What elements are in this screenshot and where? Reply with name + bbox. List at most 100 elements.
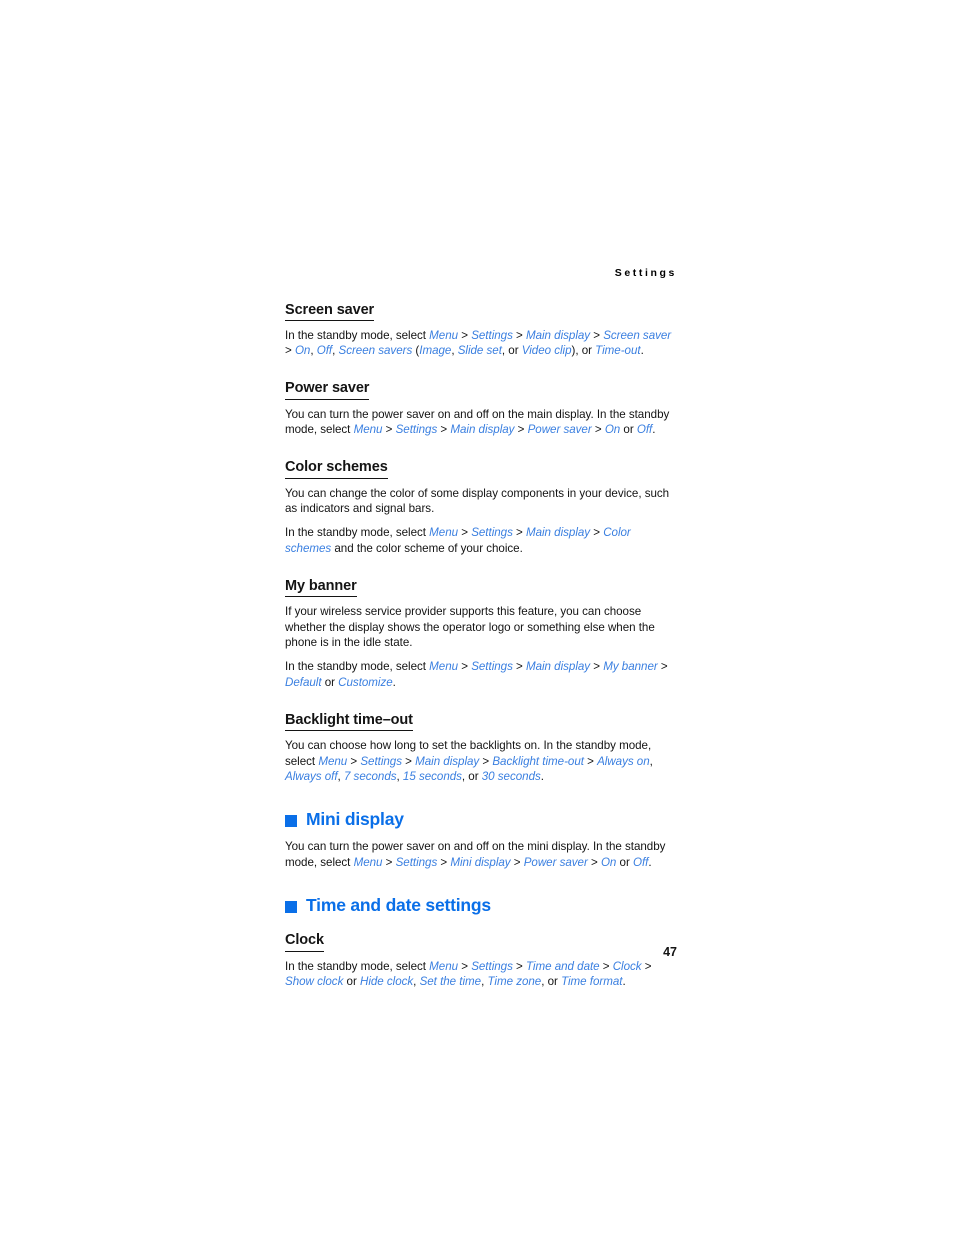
sections-container: Screen saver In the standby mode, select … [285, 301, 677, 990]
text-run: You can change the color of some display… [285, 486, 670, 516]
text-run: > [512, 959, 526, 973]
menu-path-term: Menu [353, 423, 383, 437]
heading-text: Mini display [306, 809, 404, 830]
menu-path-term: Video clip [521, 344, 572, 358]
text-run: > [510, 855, 524, 869]
menu-path-term: Off [632, 855, 649, 869]
heading-wrap-screen-saver: Screen saver [285, 301, 677, 321]
menu-path-term: Power saver [527, 423, 592, 437]
text-run: . [648, 855, 652, 869]
heading-mini-display: Mini display [285, 809, 677, 830]
text-run: , or [541, 974, 562, 988]
heading-backlight-time-out: Backlight time–out [285, 712, 413, 732]
text-run: . [392, 675, 396, 689]
paragraph: In the standby mode, select Menu > Setti… [285, 328, 677, 359]
menu-path-term: On [604, 423, 621, 437]
menu-path-term: Menu [429, 660, 459, 674]
document-page: Settings Screen saver In the standby mode… [0, 0, 954, 1235]
menu-path-term: Image [419, 344, 452, 358]
text-run: > [382, 855, 396, 869]
page-content-column: Settings Screen saver In the standby mode… [285, 268, 677, 989]
menu-path-term: Slide set [457, 344, 502, 358]
heading-color-schemes: Color schemes [285, 459, 388, 479]
menu-path-term: 30 seconds [481, 769, 541, 783]
text-run: > [590, 328, 604, 342]
text-run: > [347, 754, 361, 768]
menu-path-term: Hide clock [359, 974, 414, 988]
menu-path-term: Main display [415, 754, 480, 768]
text-run: > [590, 660, 604, 674]
menu-path-term: Time and date [525, 959, 600, 973]
menu-path-term: Clock [612, 959, 642, 973]
text-run: In the standby mode, select [285, 526, 430, 540]
menu-path-term: On [294, 344, 311, 358]
menu-path-term: On [600, 855, 617, 869]
menu-path-term: Settings [471, 526, 513, 540]
menu-path-term: Always on [597, 754, 650, 768]
paragraph: You can change the color of some display… [285, 486, 677, 517]
menu-path-term: Settings [395, 855, 438, 869]
text-run: > [583, 754, 598, 768]
text-run: > [458, 526, 472, 540]
menu-path-term: Menu [318, 754, 348, 768]
heading-text: Time and date settings [306, 895, 491, 916]
text-run: > [514, 423, 528, 437]
paragraph: If your wireless service provider suppor… [285, 604, 677, 650]
heading-time-and-date-settings: Time and date settings [285, 895, 677, 916]
menu-path-term: Power saver [523, 855, 588, 869]
text-run: and the color scheme of your choice. [331, 541, 523, 555]
menu-path-term: Settings [471, 959, 513, 973]
text-run: . [652, 423, 656, 437]
menu-path-term: My banner [603, 660, 658, 674]
heading-wrap-power-saver: Power saver [285, 379, 677, 400]
text-run: . [540, 769, 544, 783]
heading-power-saver: Power saver [285, 380, 369, 400]
menu-path-term: Main display [450, 423, 515, 437]
menu-path-term: Off [316, 344, 333, 358]
menu-path-term: Mini display [450, 855, 511, 869]
menu-path-term: Settings [360, 754, 402, 768]
heading-screen-saver: Screen saver [285, 302, 374, 321]
menu-path-term: Settings [471, 660, 513, 674]
text-run: > [401, 754, 416, 768]
heading-wrap-my-banner: My banner [285, 577, 677, 598]
text-run: > [657, 660, 668, 674]
menu-path-term: Menu [429, 959, 459, 973]
paragraph: In the standby mode, select Menu > Setti… [285, 525, 677, 556]
text-run: . [640, 344, 644, 358]
menu-path-term: Default [285, 675, 322, 689]
text-run: > [437, 855, 451, 869]
text-run: > [437, 423, 451, 437]
menu-path-term: Time zone [487, 974, 542, 988]
text-run: , or [501, 344, 522, 358]
text-run: > [512, 328, 526, 342]
menu-path-term: 15 seconds [402, 769, 462, 783]
text-run: , or [461, 769, 482, 783]
text-run: or [321, 675, 339, 689]
text-run: > [590, 526, 604, 540]
menu-path-term: Menu [353, 855, 383, 869]
menu-path-term: Main display [525, 660, 591, 674]
heading-wrap-color-schemes: Color schemes [285, 458, 677, 479]
text-run: > [587, 855, 601, 869]
text-run: > [285, 344, 295, 358]
menu-path-term: Off [636, 423, 653, 437]
menu-path-term: Show clock [285, 974, 344, 988]
text-run: In the standby mode, select [285, 660, 430, 674]
menu-path-term: Backlight time-out [492, 754, 584, 768]
text-run: or [343, 974, 360, 988]
paragraph: You can turn the power saver on and off … [285, 839, 677, 870]
text-run: . [622, 974, 626, 988]
square-bullet-icon [285, 900, 297, 913]
text-run: > [382, 423, 396, 437]
menu-path-term: 7 seconds [343, 769, 397, 783]
